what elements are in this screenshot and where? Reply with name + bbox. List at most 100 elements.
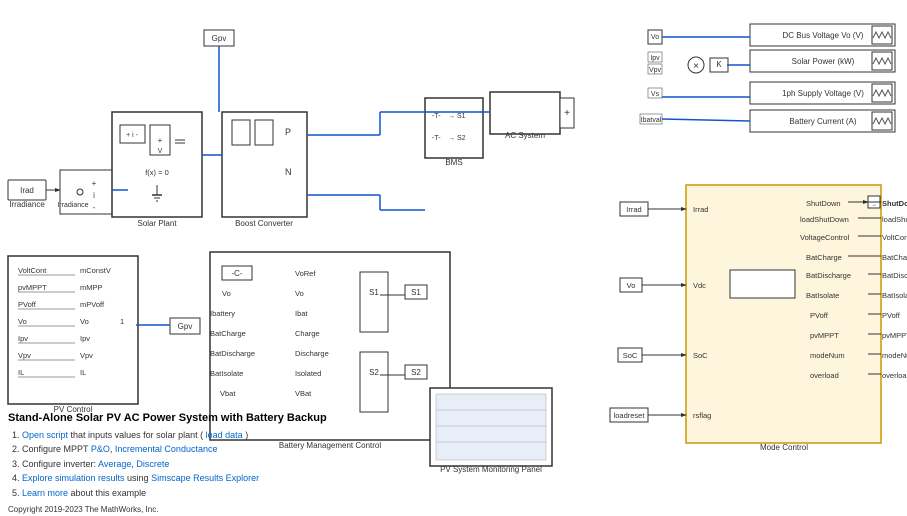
step-5: Learn more about this example: [22, 486, 348, 500]
svg-text:DC Bus Voltage Vo (V): DC Bus Voltage Vo (V): [783, 31, 864, 40]
svg-text:S2: S2: [411, 368, 421, 377]
svg-text:Vpv: Vpv: [18, 351, 31, 360]
svg-text:f(x) = 0: f(x) = 0: [145, 168, 169, 177]
svg-text:→ S2: → S2: [448, 135, 466, 142]
steps-list: Open script that inputs values for solar…: [8, 428, 348, 500]
svg-text:+ i -: + i -: [126, 132, 139, 139]
svg-text:S1: S1: [411, 288, 421, 297]
copyright-text: Copyright 2019-2023 The MathWorks, Inc.: [8, 505, 158, 514]
svg-text:BatIsolate: BatIsolate: [210, 369, 243, 378]
svg-text:Vo: Vo: [651, 34, 659, 41]
svg-text:+: +: [564, 108, 570, 119]
average-link[interactable]: Average: [98, 459, 131, 469]
svg-text:S2: S2: [369, 368, 379, 377]
svg-text:SoC: SoC: [623, 351, 638, 360]
svg-text:Vpv: Vpv: [649, 67, 662, 74]
svg-text:AC System: AC System: [505, 131, 545, 140]
svg-text:Solar Plant: Solar Plant: [137, 219, 177, 228]
svg-text:Isolated: Isolated: [295, 369, 321, 378]
svg-text:modeNum: modeNum: [810, 351, 845, 360]
diagram-container: Vo DC Bus Voltage Vo (V) Ipv Vpv × K Sol…: [0, 0, 907, 516]
svg-text:×: ×: [693, 61, 699, 72]
svg-text:BatCharge: BatCharge: [806, 253, 842, 262]
svg-text:BatDischarge: BatDischarge: [882, 271, 907, 280]
explore-link[interactable]: Explore simulation results: [22, 473, 125, 483]
svg-text:Ipv: Ipv: [18, 334, 28, 343]
svg-text:VoRef: VoRef: [295, 269, 316, 278]
svg-text:rsflag: rsflag: [693, 411, 711, 420]
svg-text:S1: S1: [369, 288, 379, 297]
svg-text:BatCharge: BatCharge: [210, 329, 246, 338]
svg-text:loadShutDown: loadShutDown: [882, 215, 907, 224]
learn-more-link[interactable]: Learn more: [22, 488, 68, 498]
svg-text:IL: IL: [80, 368, 86, 377]
svg-text:BatIsolate: BatIsolate: [882, 291, 907, 300]
svg-text:+: +: [92, 179, 97, 188]
info-panel: Stand-Alone Solar PV AC Power System wit…: [8, 412, 348, 500]
svg-text:PVoff: PVoff: [882, 311, 901, 320]
svg-text:Boost Converter: Boost Converter: [235, 219, 293, 228]
svg-text:Vdc: Vdc: [693, 281, 706, 290]
simscape-link[interactable]: Simscape Results Explorer: [151, 473, 259, 483]
svg-text:Vo: Vo: [18, 317, 27, 326]
svg-text:pvMPPT: pvMPPT: [18, 283, 47, 292]
svg-text:Ipv: Ipv: [80, 334, 90, 343]
incremental-link[interactable]: Incremental Conductance: [115, 444, 218, 454]
svg-text:pvMPPT: pvMPPT: [882, 331, 907, 340]
step-2: Configure MPPT P&O, Incremental Conducta…: [22, 442, 348, 456]
svg-text:VoltCont: VoltCont: [882, 233, 907, 242]
svg-text:mPVoff: mPVoff: [80, 300, 105, 309]
svg-text:BatCharge: BatCharge: [882, 253, 907, 262]
svg-text:1: 1: [120, 317, 124, 326]
svg-text:VoltCont: VoltCont: [18, 266, 47, 275]
svg-text:Mode Control: Mode Control: [760, 443, 808, 452]
svg-text:BMS: BMS: [445, 158, 462, 167]
svg-text:modeNum: modeNum: [882, 351, 907, 360]
svg-text:Irradiance: Irradiance: [57, 202, 88, 209]
svg-text:Battery Current (A): Battery Current (A): [789, 117, 856, 126]
svg-text:i: i: [93, 191, 95, 200]
svg-text:mMPP: mMPP: [80, 283, 103, 292]
open-script-link[interactable]: Open script: [22, 430, 68, 440]
step-1-text: that inputs values for solar plant (: [71, 430, 204, 440]
svg-text:Ipv: Ipv: [650, 55, 660, 62]
svg-text:Irrad: Irrad: [693, 205, 708, 214]
svg-text:Gpv: Gpv: [178, 322, 193, 331]
svg-text:Vpv: Vpv: [80, 351, 93, 360]
svg-text:Vo: Vo: [80, 317, 89, 326]
svg-text:VoltageControl: VoltageControl: [800, 233, 850, 242]
svg-text:Vbat: Vbat: [220, 389, 236, 398]
svg-text:PV System Monitoring Panel: PV System Monitoring Panel: [440, 465, 542, 474]
svg-text:V: V: [158, 148, 163, 155]
svg-text:Irrad: Irrad: [626, 205, 641, 214]
svg-text:Vo: Vo: [295, 289, 304, 298]
step-4: Explore simulation results using Simscap…: [22, 471, 348, 485]
svg-text:Ibat: Ibat: [295, 309, 308, 318]
svg-text:Irradiance: Irradiance: [9, 200, 45, 209]
svg-text:PVoff: PVoff: [810, 311, 829, 320]
svg-text:loadShutDown: loadShutDown: [800, 215, 849, 224]
step-3: Configure inverter: Average, Discrete: [22, 457, 348, 471]
svg-text:P: P: [285, 127, 291, 137]
svg-text:Ibatval: Ibatval: [641, 117, 662, 124]
load-data-link[interactable]: load data: [206, 430, 243, 440]
svg-text:Ibattery: Ibattery: [210, 309, 235, 318]
svg-text:1ph Supply Voltage (V): 1ph Supply Voltage (V): [782, 89, 864, 98]
svg-text:pvMPPT: pvMPPT: [810, 331, 839, 340]
svg-text:BatDischarge: BatDischarge: [806, 271, 851, 280]
svg-text:ShutDown: ShutDown: [882, 199, 907, 208]
svg-text:VBat: VBat: [295, 389, 312, 398]
discrete-link[interactable]: Discrete: [136, 459, 169, 469]
svg-text:BatIsolate: BatIsolate: [806, 291, 839, 300]
svg-text:loadreset: loadreset: [614, 411, 646, 420]
svg-text:→: →: [871, 202, 877, 208]
svg-text:Vo: Vo: [627, 281, 636, 290]
svg-text:Irad: Irad: [20, 186, 34, 195]
svg-text:Vs: Vs: [651, 91, 660, 98]
svg-text:Gpv: Gpv: [212, 34, 227, 43]
svg-text:overload: overload: [810, 371, 839, 380]
svg-text:Vo: Vo: [222, 289, 231, 298]
svg-text:SoC: SoC: [693, 351, 708, 360]
po-link[interactable]: P&O: [91, 444, 110, 454]
svg-text:-C-: -C-: [231, 269, 242, 278]
